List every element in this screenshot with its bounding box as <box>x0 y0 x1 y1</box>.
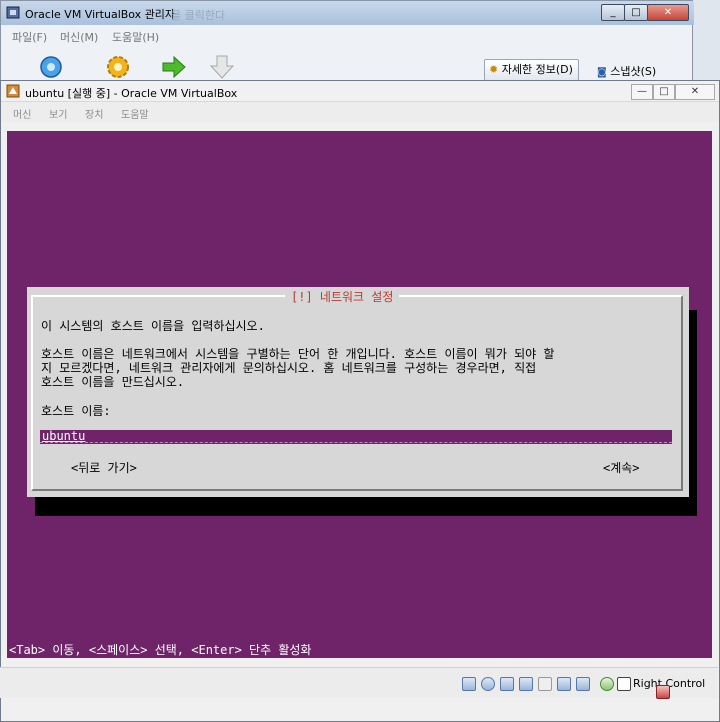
vm-menubar: 머신 보기 장치 도움말 <box>1 102 719 122</box>
mouse-integration-icon[interactable] <box>576 677 590 691</box>
vm-menu-machine[interactable]: 머신 <box>13 106 31 121</box>
capture-icon[interactable] <box>600 677 614 691</box>
vm-menu-help[interactable]: 도움말 <box>121 106 149 121</box>
manager-hint-text: 을 클릭한다 <box>171 9 226 22</box>
back-button[interactable]: <뒤로 가기> <box>71 459 137 476</box>
vm-title: ubuntu [실행 중] - Oracle VM VirtualBox <box>25 87 238 100</box>
dialog-title: [!] 네트워크 설정 <box>285 288 400 305</box>
vm-maximize-button[interactable]: □ <box>653 84 675 100</box>
hard-disk-icon[interactable] <box>462 677 476 691</box>
vm-close-button[interactable]: ✕ <box>675 84 715 100</box>
snapshots-button[interactable]: ◙ 스냅샷(S) <box>597 63 656 79</box>
resize-grip-icon[interactable] <box>656 685 670 699</box>
hostname-input[interactable]: ubuntu <box>40 429 672 444</box>
vm-minimize-button[interactable]: — <box>631 84 653 100</box>
manager-close-button[interactable]: ✕ <box>647 4 689 21</box>
vm-menu-view[interactable]: 보기 <box>49 106 67 121</box>
vm-menu-devices[interactable]: 장치 <box>85 106 103 121</box>
hostname-prompt: 이 시스템의 호스트 이름을 입력하십시오. <box>41 319 265 333</box>
usb-icon[interactable] <box>500 677 514 691</box>
description-line-3: 호스트 이름을 만드십시오. <box>41 375 185 389</box>
continue-button[interactable]: <계속> <box>603 459 640 476</box>
manager-titlebar[interactable]: Oracle VM VirtualBox 관리자 을 클릭한다 _ □ ✕ <box>1 1 694 25</box>
new-vm-icon[interactable] <box>37 53 65 81</box>
manager-title: Oracle VM VirtualBox 관리자 <box>25 8 176 21</box>
optical-drive-icon[interactable] <box>481 677 495 691</box>
details-button[interactable]: ✹ 자세한 정보(D) <box>484 59 579 81</box>
vm-titlebar[interactable]: ubuntu [실행 중] - Oracle VM VirtualBox — □… <box>1 81 719 102</box>
virtualbox-vm-icon <box>6 84 20 98</box>
network-icon[interactable] <box>557 677 571 691</box>
discard-arrow-icon[interactable] <box>208 53 236 81</box>
hostname-field-label: 호스트 이름: <box>41 404 111 418</box>
manager-minimize-button[interactable]: _ <box>601 4 625 21</box>
manager-menu-help[interactable]: 도움말(H) <box>112 29 159 45</box>
camera-icon: ◙ <box>597 67 607 78</box>
start-arrow-icon[interactable] <box>160 53 188 81</box>
virtualbox-logo-icon <box>6 6 20 19</box>
shared-folders-icon[interactable] <box>519 677 533 691</box>
manager-menubar: 파일(F) 머신(M) 도움말(H) <box>2 26 692 46</box>
input-underline <box>40 442 672 443</box>
details-button-label: 자세한 정보(D) <box>501 63 573 76</box>
manager-menu-file[interactable]: 파일(F) <box>12 29 47 45</box>
keyboard-help-line: <Tab> 이동, <스페이스> 선택, <Enter> 단추 활성화 <box>9 643 312 657</box>
settings-gear-icon[interactable] <box>104 53 132 81</box>
host-key-icon <box>617 677 631 691</box>
vm-statusbar: Right Control <box>0 667 718 699</box>
hostname-input-value: ubuntu <box>42 429 86 443</box>
network-settings-dialog: [!] 네트워크 설정 이 시스템의 호스트 이름을 입력하십시오. 호스트 이… <box>27 287 689 497</box>
manager-toolbar <box>2 47 692 83</box>
manager-menu-machine[interactable]: 머신(M) <box>60 29 98 45</box>
snapshots-button-label: 스냅샷(S) <box>610 65 657 78</box>
details-gear-icon: ✹ <box>489 63 499 76</box>
display-icon[interactable] <box>538 677 552 691</box>
manager-maximize-button[interactable]: □ <box>624 4 648 21</box>
